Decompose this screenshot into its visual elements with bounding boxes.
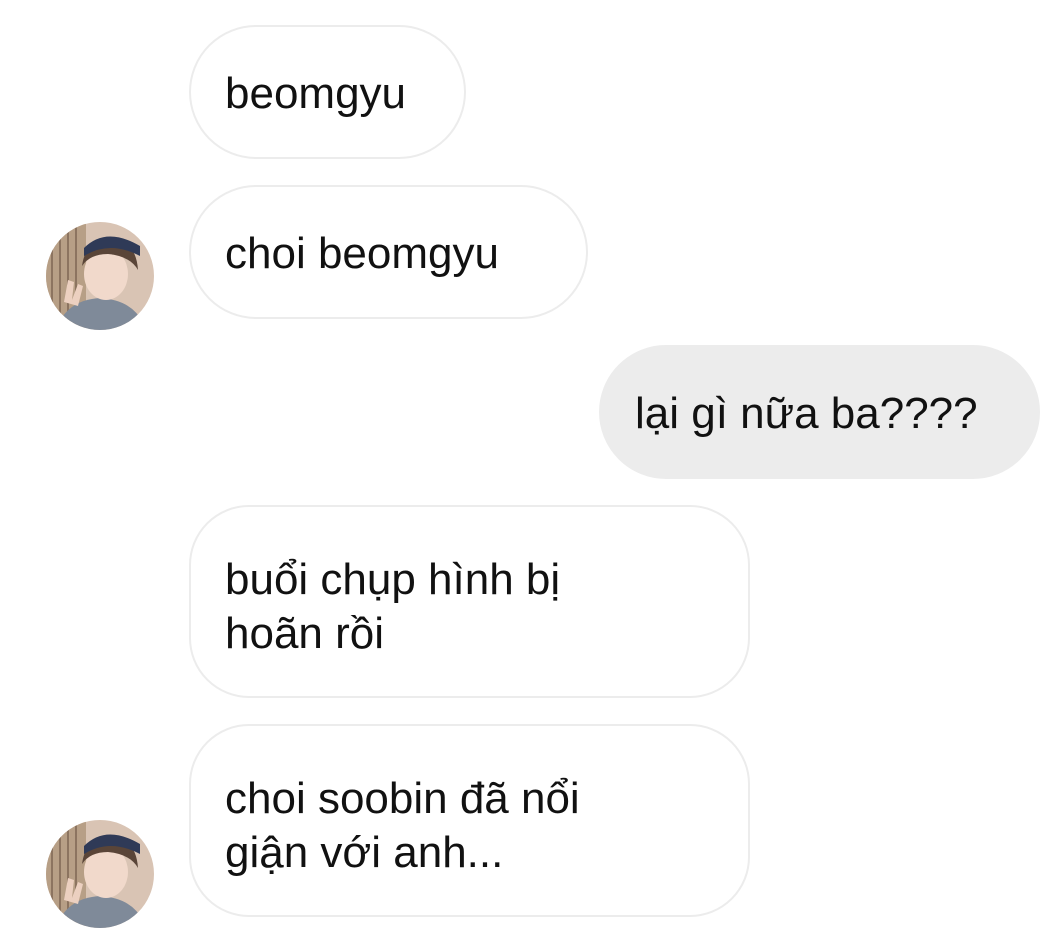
message-bubble-incoming[interactable]: buổi chụp hình bị hoãn rồi xyxy=(189,505,750,698)
profile-photo-icon xyxy=(46,222,154,330)
message-bubble-incoming[interactable]: beomgyu xyxy=(189,25,466,159)
message-text-line: hoãn rồi xyxy=(225,609,385,658)
sender-avatar[interactable] xyxy=(46,222,154,330)
message-bubble-incoming[interactable]: choi beomgyu xyxy=(189,185,588,319)
profile-photo-icon xyxy=(46,820,154,928)
message-bubble-incoming[interactable]: choi soobin đã nổi giận với anh... xyxy=(189,724,750,917)
message-text-line: buổi chụp hình bị xyxy=(225,555,561,604)
sender-avatar[interactable] xyxy=(46,820,154,928)
message-bubble-outgoing[interactable]: lại gì nữa ba???? xyxy=(599,345,1040,479)
message-text-line: choi soobin đã nổi xyxy=(225,774,580,823)
message-text: choi beomgyu xyxy=(225,229,499,278)
message-text: lại gì nữa ba???? xyxy=(635,389,978,438)
message-text: beomgyu xyxy=(225,69,407,118)
message-text-line: giận với anh... xyxy=(225,828,504,877)
